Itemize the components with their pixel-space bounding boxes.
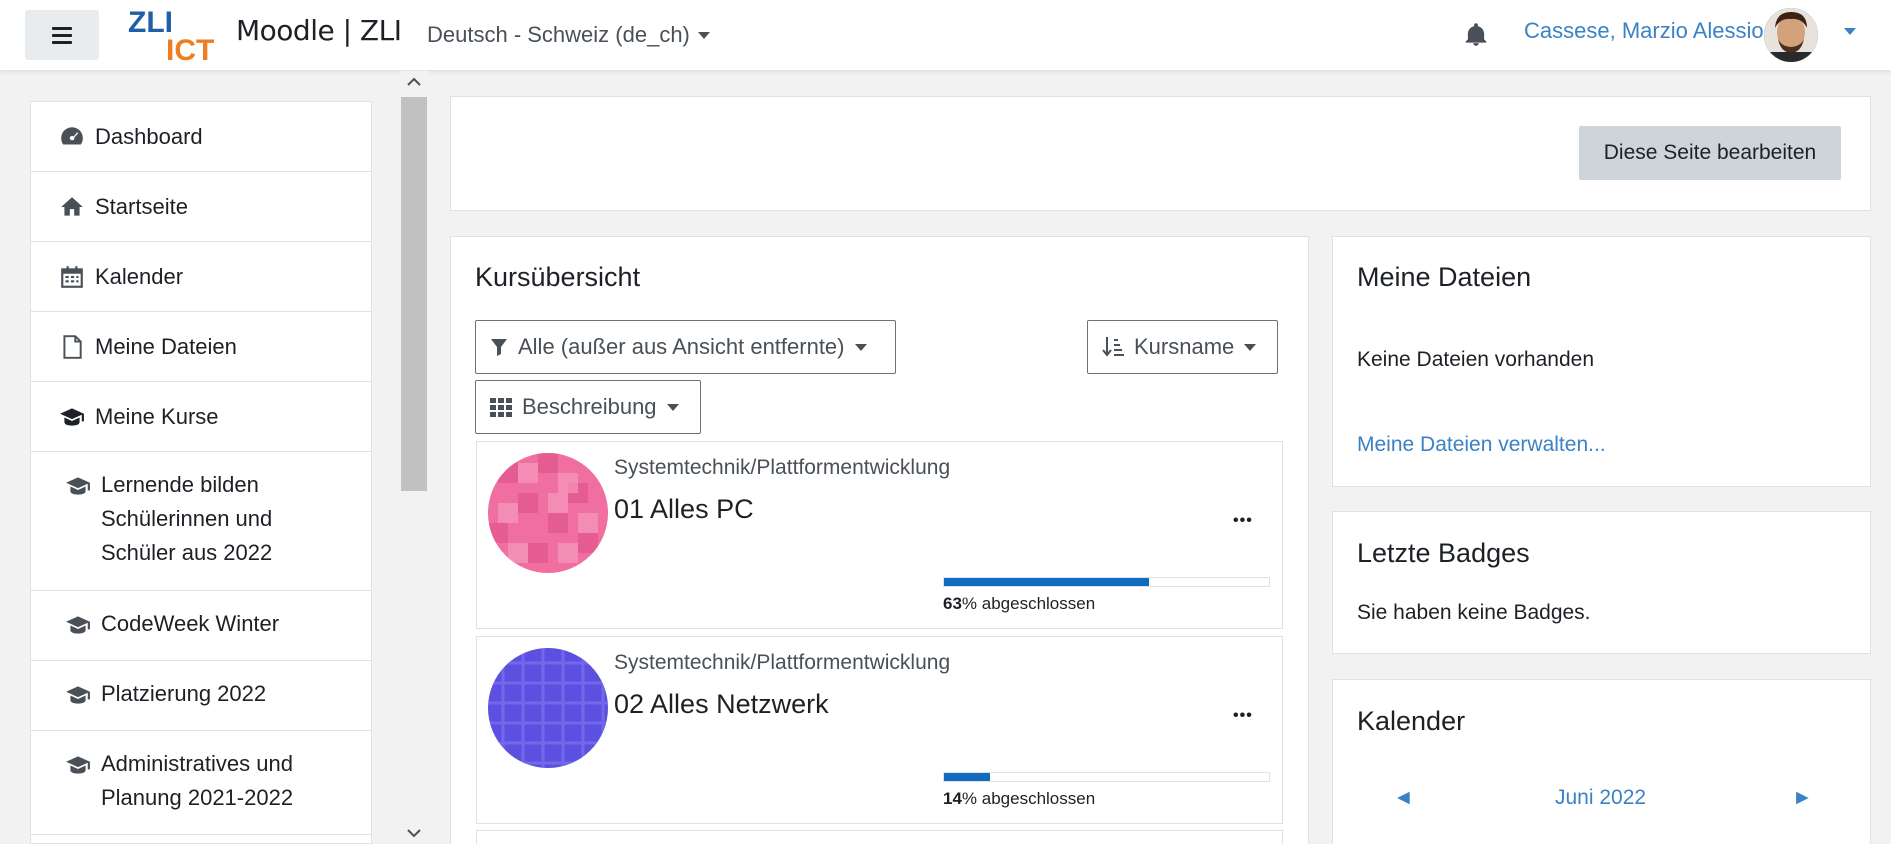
badges-empty-text: Sie haben keine Badges.: [1357, 601, 1591, 624]
chevron-down-icon: [697, 31, 710, 39]
manage-files-link[interactable]: Meine Dateien verwalten...: [1357, 433, 1606, 457]
notification-bell-icon[interactable]: [1463, 22, 1489, 48]
course-progress-text: 63% abgeschlossen: [943, 594, 1096, 613]
nav-course-item[interactable]: Platzierung 2022: [31, 661, 371, 731]
nav-label: CodeWeek Winter: [101, 611, 280, 636]
calendar-prev-icon[interactable]: ◄: [1393, 786, 1414, 810]
user-avatar[interactable]: [1764, 8, 1818, 62]
course-name-link[interactable]: 01 Alles PC: [614, 494, 754, 525]
chevron-down-icon: [854, 343, 867, 351]
scroll-down-arrow-icon[interactable]: [407, 828, 421, 838]
course-actions-menu-icon[interactable]: •••: [1233, 512, 1253, 530]
sort-icon: [1102, 337, 1124, 357]
view-label: Beschreibung: [522, 394, 657, 419]
course-progress-fill: [944, 578, 1149, 586]
nav-item-meine-dateien[interactable]: Meine Dateien: [31, 312, 371, 382]
nav-course-item[interactable]: Lernende bilden Schülerinnen und Schüler…: [31, 452, 371, 591]
course-list-item[interactable]: [476, 830, 1283, 844]
user-menu-chevron-icon[interactable]: [1844, 28, 1856, 35]
nav-item-startseite[interactable]: Startseite: [31, 172, 371, 242]
svg-text:ICT: ICT: [166, 34, 214, 62]
badges-block: [1332, 511, 1871, 654]
calendar-month-link[interactable]: Juni 2022: [1555, 786, 1646, 810]
hamburger-icon: [52, 26, 72, 30]
course-pattern-image: [488, 453, 608, 573]
nav-drawer: Dashboard Startseite Kalender Meine Date…: [30, 101, 372, 844]
nav-label: Meine Kurse: [95, 403, 219, 429]
course-category: Systemtechnik/Plattformentwicklung: [614, 456, 951, 479]
nav-course-item[interactable]: CodeWeek Winter: [31, 591, 371, 661]
calendar-icon: [61, 265, 83, 288]
zli-ict-logo[interactable]: ZLI ICT: [126, 4, 230, 62]
language-selector[interactable]: Deutsch - Schweiz (de_ch): [427, 22, 710, 48]
course-progress-bar: [943, 577, 1270, 587]
course-progress-text: 14% abgeschlossen: [943, 789, 1096, 808]
edit-page-button[interactable]: Diese Seite bearbeiten: [1579, 126, 1841, 180]
language-label: Deutsch - Schweiz (de_ch): [427, 22, 690, 47]
top-navbar: ZLI ICT Moodle | ZLI Deutsch - Schweiz (…: [0, 0, 1891, 71]
sort-dropdown[interactable]: Kursname: [1087, 320, 1278, 374]
site-name[interactable]: Moodle | ZLI: [236, 14, 402, 47]
filter-icon: [491, 339, 507, 356]
avatar-icon: [1764, 8, 1818, 62]
nav-label: Meine Dateien: [95, 333, 237, 359]
chevron-down-icon: [1244, 343, 1257, 351]
calendar-block: [1332, 679, 1871, 844]
graduation-cap-icon: [60, 407, 84, 426]
course-image[interactable]: [488, 453, 608, 573]
nav-label: Administratives und Planung 2021-2022: [101, 751, 294, 810]
nav-label: Dashboard: [95, 123, 203, 149]
nav-item-dashboard[interactable]: Dashboard: [31, 102, 371, 172]
course-name-link[interactable]: 02 Alles Netzwerk: [614, 689, 829, 720]
calendar-title: Kalender: [1357, 706, 1466, 736]
course-overview-title: Kursübersicht: [475, 262, 641, 292]
badges-title: Letzte Badges: [1357, 538, 1530, 568]
graduation-cap-icon: [66, 616, 90, 634]
scroll-up-arrow-icon[interactable]: [407, 77, 421, 87]
user-name[interactable]: Cassese, Marzio Alessio: [1524, 18, 1764, 44]
course-progress-bar: [943, 772, 1270, 782]
file-icon: [63, 334, 82, 359]
filter-dropdown[interactable]: Alle (außer aus Ansicht entfernte): [475, 320, 896, 374]
graduation-cap-icon: [66, 686, 90, 704]
chevron-down-icon: [666, 403, 679, 411]
nav-label: Startseite: [95, 193, 188, 219]
nav-label: Lernende bilden Schülerinnen und Schüler…: [101, 472, 273, 565]
filter-label: Alle (außer aus Ansicht entfernte): [518, 334, 845, 359]
home-icon: [61, 196, 83, 216]
nav-item-kalender[interactable]: Kalender: [31, 242, 371, 312]
course-list-item[interactable]: Systemtechnik/Plattformentwicklung 02 Al…: [476, 636, 1283, 824]
nav-label: Kalender: [95, 263, 184, 289]
grid-icon: [490, 398, 512, 417]
course-list-item[interactable]: Systemtechnik/Plattformentwicklung 01 Al…: [476, 441, 1283, 629]
menu-toggle-button[interactable]: [25, 10, 99, 60]
my-files-title: Meine Dateien: [1357, 262, 1532, 292]
calendar-next-icon[interactable]: ►: [1792, 786, 1813, 810]
course-actions-menu-icon[interactable]: •••: [1233, 707, 1253, 725]
nav-label: Platzierung 2022: [101, 681, 267, 706]
nav-item-meine-kurse[interactable]: Meine Kurse: [31, 382, 371, 452]
dashboard-icon: [61, 126, 83, 144]
course-pattern-image: [488, 648, 608, 768]
drawer-scrollbar-thumb[interactable]: [401, 97, 427, 491]
view-dropdown[interactable]: Beschreibung: [475, 380, 701, 434]
nav-course-item[interactable]: Administratives und Planung 2021-2022: [31, 731, 371, 835]
my-files-empty-text: Keine Dateien vorhanden: [1357, 348, 1595, 371]
sort-label: Kursname: [1134, 334, 1235, 359]
course-category: Systemtechnik/Plattformentwicklung: [614, 651, 951, 674]
course-image[interactable]: [488, 648, 608, 768]
course-progress-fill: [944, 773, 990, 781]
graduation-cap-icon: [66, 756, 90, 774]
graduation-cap-icon: [66, 477, 90, 495]
